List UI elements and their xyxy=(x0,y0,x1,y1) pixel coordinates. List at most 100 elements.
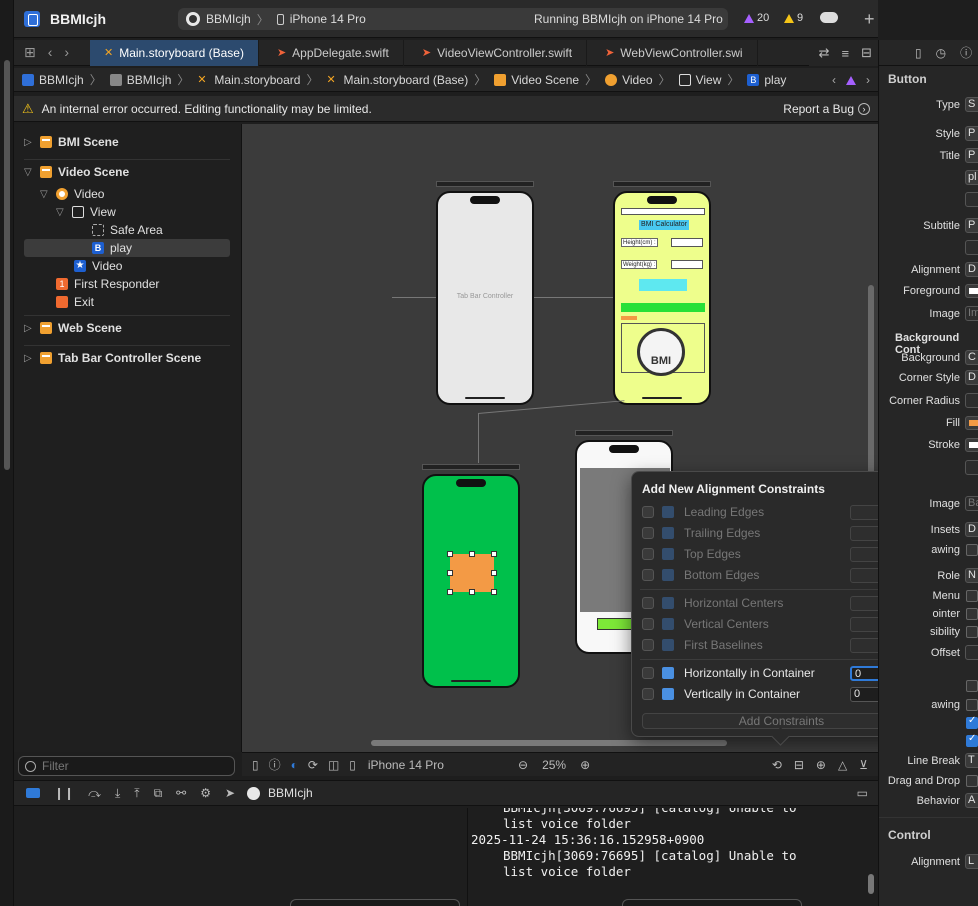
embed-icon[interactable]: ⊻ xyxy=(859,758,868,772)
behavior-popup[interactable]: A xyxy=(965,793,978,808)
menu-checkbox[interactable] xyxy=(966,590,978,602)
option-checkbox[interactable] xyxy=(966,680,978,692)
role-popup[interactable]: N xyxy=(965,568,978,583)
type-popup[interactable]: S xyxy=(965,97,978,112)
control-alignment-popup[interactable]: L xyxy=(965,854,978,869)
environment-overrides-icon[interactable]: ⚙ xyxy=(200,786,211,801)
tab-main-storyboard[interactable]: ✕ Main.storyboard (Base) xyxy=(90,39,259,66)
breadcrumb-item[interactable]: Video Scene 〉 xyxy=(486,71,597,88)
breadcrumb-item[interactable]: BBMIcjh 〉 xyxy=(14,71,102,88)
stroke-color-well[interactable] xyxy=(965,438,978,452)
step-into-icon[interactable]: ⤓ xyxy=(115,786,120,801)
foreground-color-well[interactable] xyxy=(965,284,978,298)
chevron-right-icon[interactable]: › xyxy=(866,73,870,87)
report-bug-button[interactable]: Report a Bug › xyxy=(783,102,870,116)
alignment-popup[interactable]: D xyxy=(965,262,978,277)
add-library-icon[interactable]: + xyxy=(864,9,875,30)
file-inspector-icon[interactable]: ▯ xyxy=(915,46,922,60)
outline-item-safe-area[interactable]: Safe Area xyxy=(92,221,163,239)
height-field[interactable] xyxy=(671,238,703,247)
resize-handle[interactable] xyxy=(491,589,497,595)
quick-help-icon[interactable]: ⓘ xyxy=(960,44,972,61)
offset-field[interactable] xyxy=(965,645,978,660)
memory-graph-icon[interactable]: ⚯ xyxy=(176,786,186,801)
fill-color-well[interactable] xyxy=(965,416,978,430)
outline-item-view[interactable]: ▽ View xyxy=(56,203,116,221)
grid-icon[interactable]: ⊞ xyxy=(24,44,36,61)
checkbox[interactable] xyxy=(642,527,654,539)
video-scene-preview[interactable] xyxy=(422,474,520,688)
scene-dock[interactable] xyxy=(575,430,673,436)
scene-dock[interactable] xyxy=(613,181,711,187)
breadcrumb-item[interactable]: Video 〉 xyxy=(597,71,671,88)
corner-radius-field[interactable] xyxy=(965,393,978,408)
hide-debug-area-icon[interactable]: ▭ xyxy=(857,786,868,800)
resize-handle[interactable] xyxy=(491,570,497,576)
orientation-icon[interactable]: ⟳ xyxy=(308,758,318,772)
weight-field[interactable] xyxy=(671,260,703,269)
tab-bar-controller-scene[interactable]: Tab Bar Controller xyxy=(436,191,534,405)
checkbox[interactable] xyxy=(642,618,654,630)
console-scrollbar[interactable] xyxy=(868,874,874,894)
step-out-icon[interactable]: ⤒ xyxy=(134,786,139,801)
pause-icon[interactable]: ❙❙ xyxy=(54,786,74,801)
checkbox[interactable] xyxy=(642,667,654,679)
visibility-checkbox[interactable] xyxy=(966,626,978,638)
device-config-label[interactable]: iPhone 14 Pro xyxy=(368,758,444,772)
subtitle-text-field[interactable] xyxy=(965,240,978,255)
info-icon[interactable]: ⓘ xyxy=(269,756,281,773)
outline-item-first-responder[interactable]: 1 First Responder xyxy=(56,275,159,293)
line-break-popup[interactable]: T xyxy=(965,753,978,768)
title-popup[interactable]: P xyxy=(965,148,978,163)
disclosure-down-icon[interactable]: ▽ xyxy=(24,167,34,178)
insets-popup[interactable]: D xyxy=(965,522,978,537)
resize-handle[interactable] xyxy=(447,570,453,576)
outline-item-video-controller[interactable]: ▽ Video xyxy=(40,185,104,203)
breadcrumb-item[interactable]: ✕ Main.storyboard 〉 xyxy=(189,71,318,88)
breadcrumb-item[interactable]: ✕ Main.storyboard (Base) 〉 xyxy=(318,71,486,88)
cloud-icon[interactable] xyxy=(820,12,838,23)
scene-dock[interactable] xyxy=(436,181,534,187)
issue-navigator-icon[interactable] xyxy=(846,75,856,85)
background-popup[interactable]: C xyxy=(965,350,978,365)
checkbox[interactable] xyxy=(642,639,654,651)
update-frames-icon[interactable]: ⟲ xyxy=(772,758,782,772)
runtime-issues-badge[interactable]: 20 xyxy=(744,12,769,24)
outline-item-play[interactable]: Bplay xyxy=(24,239,230,257)
outline-item-tab-bar-controller-scene[interactable]: ▷ Tab Bar Controller Scene xyxy=(24,349,201,367)
checkbox[interactable] xyxy=(642,548,654,560)
outline-item-bmi-scene[interactable]: ▷ BMI Scene xyxy=(24,133,119,151)
disclosure-right-icon[interactable]: ▷ xyxy=(24,323,34,334)
left-scrollbar[interactable] xyxy=(4,60,10,470)
view-hierarchy-icon[interactable]: ⧉ xyxy=(154,786,163,801)
outline-item-exit[interactable]: Exit xyxy=(56,293,94,311)
appearance-icon[interactable]: ◐ xyxy=(291,758,298,772)
breadcrumb-item[interactable]: View 〉 xyxy=(671,71,739,88)
background-image-field[interactable]: Ba xyxy=(965,496,978,511)
calculate-button[interactable] xyxy=(639,279,687,291)
corner-style-popup[interactable]: D xyxy=(965,370,978,385)
scheme-selector[interactable]: BBMIcjh 〉 iPhone 14 Pro Running BBMIcjh … xyxy=(178,8,728,30)
enabled-checkbox[interactable] xyxy=(966,715,978,729)
device-name[interactable]: iPhone 14 Pro xyxy=(290,12,366,26)
resize-handle[interactable] xyxy=(491,551,497,557)
warnings-badge[interactable]: 9 xyxy=(784,12,803,24)
breadcrumb-item[interactable]: BBMIcjh 〉 xyxy=(102,71,189,88)
checkbox[interactable] xyxy=(642,506,654,518)
resize-handle[interactable] xyxy=(469,551,475,557)
zoom-out-icon[interactable]: ⊖ xyxy=(518,758,528,772)
disclosure-down-icon[interactable]: ▽ xyxy=(56,207,66,218)
disclosure-right-icon[interactable]: ▷ xyxy=(24,137,34,148)
breakpoints-toggle-icon[interactable] xyxy=(26,788,40,798)
highlighted-checkbox[interactable] xyxy=(966,733,978,747)
console-filter[interactable] xyxy=(622,899,802,906)
outline-item-video-av[interactable]: ★ Video xyxy=(74,257,122,275)
outline-item-web-scene[interactable]: ▷ Web Scene xyxy=(24,319,122,337)
scheme-name[interactable]: BBMIcjh xyxy=(206,12,251,26)
resize-handle[interactable] xyxy=(447,589,453,595)
disclosure-down-icon[interactable]: ▽ xyxy=(40,189,50,200)
pointer-checkbox[interactable] xyxy=(966,608,978,620)
image-field[interactable]: Im xyxy=(965,306,978,321)
swap-icon[interactable]: ⇄ xyxy=(819,45,830,61)
canvas-horizontal-scrollbar[interactable] xyxy=(371,740,727,746)
